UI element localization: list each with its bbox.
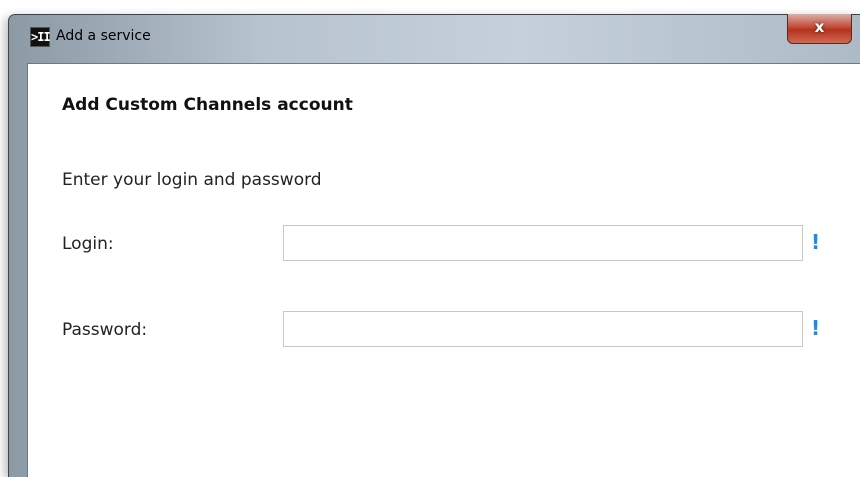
app-logo-icon: >II [30, 27, 51, 47]
title-bar[interactable]: >II Add a service x [9, 14, 860, 63]
password-input[interactable] [283, 311, 803, 347]
close-icon: x [814, 18, 825, 36]
login-input[interactable] [283, 225, 803, 261]
add-service-window: >II Add a service x Add Custom Channels … [8, 14, 860, 477]
password-label: Password: [62, 320, 148, 340]
dialog-heading: Add Custom Channels account [62, 95, 353, 115]
window-title: Add a service [56, 28, 151, 44]
login-label: Login: [62, 234, 114, 254]
password-required-icon: ! [811, 316, 821, 340]
login-required-icon: ! [811, 230, 821, 254]
close-button[interactable]: x [787, 14, 852, 44]
instruction-text: Enter your login and password [62, 170, 322, 190]
dialog-content: Add Custom Channels account Enter your l… [27, 63, 860, 477]
